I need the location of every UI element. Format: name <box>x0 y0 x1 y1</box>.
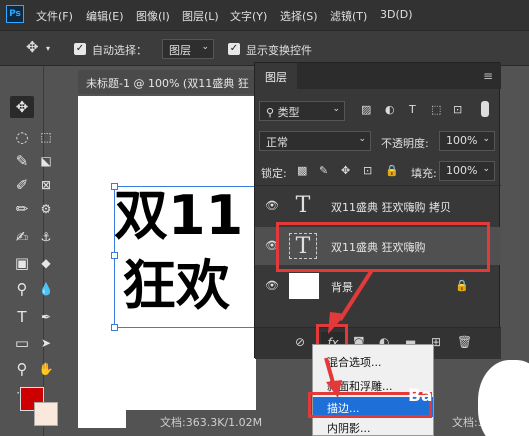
history-brush-icon[interactable]: ✍ <box>10 226 34 248</box>
menu-3d[interactable]: 3D(D) <box>380 8 413 21</box>
transform-handle[interactable] <box>111 324 118 331</box>
hand-tool-icon[interactable]: ✋ <box>34 358 58 380</box>
pixel-filter-icon[interactable]: ▨ <box>361 103 371 116</box>
auto-select-label: 自动选择： <box>92 44 147 57</box>
show-transform-label: 显示变换控件 <box>246 44 312 57</box>
menu-bar: Ps 文件(F) 编辑(E) 图像(I) 图层(L) 文字(Y) 选择(S) 滤… <box>0 0 529 30</box>
auto-select-target-select[interactable]: 图层 ⌄ <box>162 39 214 59</box>
search-icon: ⚲ <box>266 106 278 119</box>
lock-position-icon[interactable]: ✥ <box>341 164 350 177</box>
brush-tool-icon[interactable]: ✏ <box>10 198 34 220</box>
filter-toggle[interactable] <box>481 101 489 117</box>
crop-tool-icon[interactable]: ⚙ <box>34 198 58 220</box>
adjustment-filter-icon[interactable]: ◐ <box>385 103 395 116</box>
opacity-field[interactable]: 100% ⌄ <box>439 131 495 151</box>
transform-handle[interactable] <box>111 252 118 259</box>
lock-image-icon[interactable]: ✎ <box>319 164 328 177</box>
chevron-down-icon: ⌄ <box>482 134 490 144</box>
background-color-swatch[interactable] <box>34 402 58 426</box>
stamp-tool-icon[interactable]: ⚓ <box>34 226 58 248</box>
move-tool-icon[interactable]: ✥ <box>10 96 34 118</box>
gradient-tool-icon[interactable]: ▣ <box>10 252 34 274</box>
lock-label: 锁定: <box>261 167 287 180</box>
divider <box>255 185 501 186</box>
status-doc-size: 文档:363.3K/1.02M <box>160 416 263 429</box>
chevron-down-icon: ⌄ <box>201 42 209 52</box>
fill-label: 填充: <box>411 167 437 180</box>
delete-layer-icon[interactable]: 🗑 <box>457 335 472 349</box>
lasso-tool-icon[interactable]: ◌ <box>10 126 34 148</box>
lock-icon: 🔒 <box>455 279 469 292</box>
pen-tool-icon[interactable]: ✒ <box>34 306 58 328</box>
watermark-text: Ba <box>408 386 433 406</box>
move-icon[interactable]: ✥ <box>26 38 39 56</box>
lock-all-icon[interactable]: 🔒 <box>385 164 399 177</box>
blend-mode-select[interactable]: 正常 ⌄ <box>259 131 371 151</box>
menu-file[interactable]: 文件(F) <box>36 8 73 24</box>
status-preview <box>78 410 126 428</box>
fill-field[interactable]: 100% ⌄ <box>439 161 495 181</box>
chevron-down-icon: ⌄ <box>332 104 340 114</box>
shape-tool-icon[interactable]: ▭ <box>10 332 34 354</box>
auto-select-target-value: 图层 <box>169 44 191 57</box>
marquee-tool-icon[interactable]: ⬚ <box>34 126 58 148</box>
path-select-icon[interactable]: ➤ <box>34 332 58 354</box>
menu-inner-shadow[interactable]: 内阴影... <box>313 417 433 436</box>
chevron-down-icon: ⌄ <box>482 164 490 174</box>
fill-value: 100% <box>446 164 478 177</box>
type-tool-icon[interactable]: T <box>10 306 34 328</box>
show-transform-checkbox[interactable]: ✓ <box>228 43 240 55</box>
transform-bounding-box[interactable] <box>114 186 264 328</box>
brush-eyedropper-icon[interactable]: ✎ <box>10 150 34 172</box>
visibility-eye-icon[interactable]: 👁 <box>265 199 279 212</box>
dodge-tool-icon[interactable]: ⚲ <box>10 278 34 300</box>
chevron-down-icon[interactable]: ▾ <box>46 44 50 53</box>
layer-filter-value: 类型 <box>277 106 300 119</box>
menu-filter[interactable]: 滤镜(T) <box>330 8 367 24</box>
visibility-eye-icon[interactable]: 👁 <box>265 279 279 292</box>
zoom-tool-icon[interactable]: ⚲ <box>10 358 34 380</box>
lock-transparent-icon[interactable]: ▩ <box>297 164 307 177</box>
panel-header: 图层 ≡ <box>255 63 501 89</box>
options-bar: ✥ ▾ ✓ 自动选择： 图层 ⌄ ✓ 显示变换控件 <box>0 30 529 66</box>
photoshop-logo: Ps <box>6 5 24 23</box>
menu-edit[interactable]: 编辑(E) <box>86 8 124 24</box>
lock-artboard-icon[interactable]: ⊡ <box>363 164 372 177</box>
frame-tool-icon[interactable]: ⊠ <box>34 174 58 196</box>
shape-filter-icon[interactable]: ⬚ <box>431 103 441 116</box>
layer-name: 双11盛典 狂欢嗨购 拷贝 <box>331 201 451 214</box>
smart-object-filter-icon[interactable]: ⊡ <box>453 103 462 116</box>
text-layer-icon: T <box>295 193 311 218</box>
transform-handle[interactable] <box>111 183 118 190</box>
menu-layer[interactable]: 图层(L) <box>182 8 219 24</box>
healing-brush-icon[interactable]: ✐ <box>10 174 34 196</box>
eraser-tool-icon[interactable]: ◆ <box>34 252 58 274</box>
blur-tool-icon[interactable]: 💧 <box>34 278 58 300</box>
auto-select-checkbox[interactable]: ✓ <box>74 43 86 55</box>
panel-menu-icon[interactable]: ≡ <box>483 69 493 83</box>
tools-panel: ✥ ◌ ✎ ✐ ✏ ✍ ▣ ⚲ T ▭ ⚲ ⬚ ⬕ ⊠ ⚙ ⚓ ◆ 💧 ✒ ➤ … <box>0 66 53 436</box>
layer-row[interactable]: 👁 T 双11盛典 狂欢嗨购 拷贝 <box>255 187 501 225</box>
document-tab[interactable]: 未标题-1 @ 100% (双11盛典 狂 <box>78 70 260 94</box>
layers-tab[interactable]: 图层 <box>255 63 297 89</box>
menu-select[interactable]: 选择(S) <box>280 8 318 24</box>
layer-filter-select[interactable]: ⚲ 类型 ⌄ <box>259 101 345 121</box>
opacity-label: 不透明度: <box>381 137 429 150</box>
annotation-arrows <box>324 268 374 398</box>
menu-image[interactable]: 图像(I) <box>136 8 170 24</box>
menu-type[interactable]: 文字(Y) <box>230 8 267 24</box>
chevron-down-icon: ⌄ <box>358 134 366 144</box>
opacity-value: 100% <box>446 134 478 147</box>
watermark-shape <box>478 360 529 436</box>
quick-select-icon[interactable]: ⬕ <box>34 150 58 172</box>
blend-mode-value: 正常 <box>266 136 288 149</box>
type-filter-icon[interactable]: T <box>409 103 416 116</box>
